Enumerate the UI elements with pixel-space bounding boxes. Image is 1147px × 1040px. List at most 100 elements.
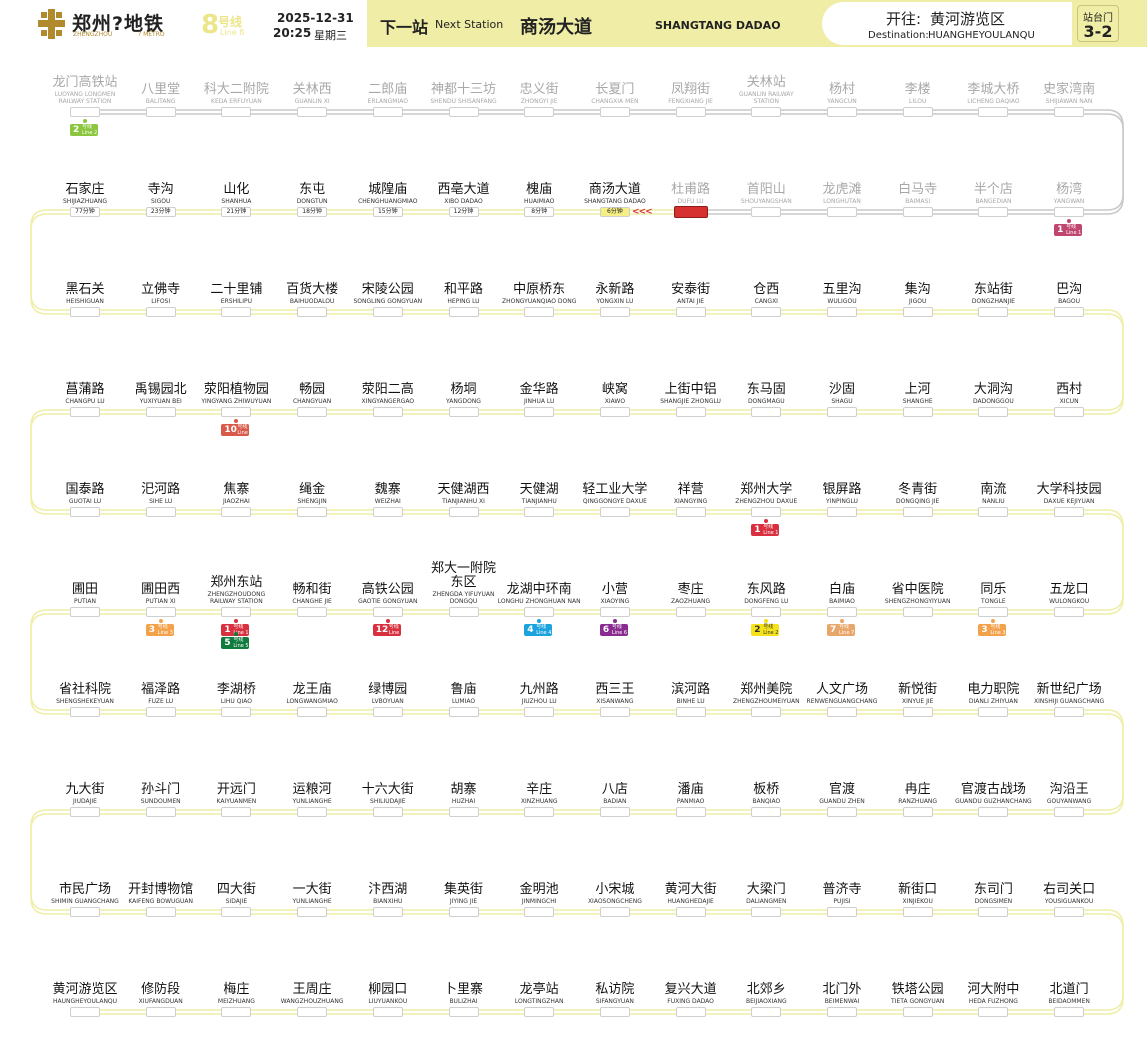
transfer-line-badge[interactable]: 3 号线 Line 3 [145,624,174,636]
station-marker [1054,807,1085,817]
station-marker [751,907,782,917]
station-marker [221,607,252,617]
station-marker [978,207,1009,217]
transfer-line-badge[interactable]: 7 号线 Line 7 [827,624,855,636]
station-marker [145,807,176,817]
transfer-dot-icon [158,619,163,623]
station-marker [1054,407,1085,417]
station-marker [978,407,1009,417]
station-marker [902,307,933,317]
transfer-line-badge[interactable]: 5 号线 Line 5 [221,637,250,649]
station-name: 西村 [1056,382,1083,397]
station-name-en: ZHENGZHOUDONG RAILWAY STATION [207,591,266,605]
transfer-line-label: 号线 Line 2 [763,624,779,636]
station-marker [70,807,100,817]
station-marker [599,707,630,717]
transfer-line-badge[interactable]: 1 号线 Line 1 [751,524,780,536]
station-marker [372,407,403,417]
station-marker [1054,207,1085,217]
station-marker [1054,907,1085,917]
station-marker [221,507,252,517]
station-marker [978,507,1009,517]
station-marker [827,807,857,817]
station-marker [221,907,252,917]
station-marker [902,207,933,217]
station-marker [675,907,706,917]
station-marker [1054,307,1085,317]
station-name-en: YANGWAN [1053,198,1085,205]
station-marker [827,907,857,917]
station-marker [751,507,782,517]
transfer-line-badge[interactable]: 3 号线 Line 3 [978,624,1007,636]
station-name: 右司关口 [1043,882,1096,897]
transfer-line-badge[interactable]: 6 号线 Line 6 [599,624,628,636]
station-name: 新世纪广场 [1036,682,1102,697]
station-eta: 21分钟 [221,207,252,217]
station-marker [221,707,252,717]
station-name: 杨湾 [1056,182,1083,197]
station-marker [827,507,857,517]
station-marker [902,507,933,517]
station-marker [145,707,176,717]
transfer-dot-icon [840,619,844,623]
station-name-en: XINSHIJI GUANGCHANG [1034,698,1105,705]
transfer-line-label: 号线 Line 7 [839,624,855,636]
transfer-line-badge[interactable]: 12 号线 Line 12 [372,624,401,642]
station-marker [827,307,857,317]
transfer-line-number: 5 [224,638,231,648]
station-marker [902,107,933,117]
station-marker [599,807,630,817]
station-name-en: ZHENGDA YIFUYUAN DONGQU [432,591,495,605]
station-marker [827,407,857,417]
station-marker [297,807,328,817]
station-marker [145,107,176,117]
station-marker [524,707,555,717]
station-marker [524,107,555,117]
transfer-line-number: 1 [754,525,761,535]
station-eta: 23分钟 [145,207,176,217]
station-marker [372,807,403,817]
station-marker [902,907,933,917]
station-name: 五龙口 [1049,582,1089,597]
transfer-dot-icon [83,119,87,123]
transfer-line-label: 号线 Line 1 [763,524,779,536]
station-name: 高铁公园 [361,582,414,597]
transfer-line-label: 号线 Line 1 [1066,224,1082,236]
station-marker [675,107,706,117]
station-name: 郑大一附院东区 [430,561,496,590]
station-marker [372,907,403,917]
station-name: 沟沿王 [1049,782,1089,797]
station-eta: 6分钟 [599,207,630,217]
station-marker [599,407,630,417]
station-marker [448,307,479,317]
station-eta: 77分钟 [70,207,100,217]
transfer-line-badge[interactable]: 10 号线 Line 10 [221,424,250,442]
current-position-marker [673,206,708,218]
transfer-line-badge[interactable]: 2 号线 Line 2 [751,624,780,636]
station-marker [372,707,403,717]
transfer-line-label: 号线 Line 3 [990,624,1006,636]
station-marker [675,307,706,317]
station-eta: 8分钟 [524,207,555,217]
transfer-line-badge[interactable]: 1 号线 Line 1 [1054,224,1083,236]
station-marker [827,207,857,217]
transfer-line-label: 号线 Line 3 [157,624,173,636]
station-marker [978,307,1009,317]
station-name-en: XICUN [1059,398,1079,405]
station-marker [978,607,1009,617]
station-marker [70,707,100,717]
station-marker [145,507,176,517]
station-marker [448,407,479,417]
station-marker [675,407,706,417]
station-name-en: WULONGKOU [1049,598,1090,605]
station-marker [751,707,782,717]
station-marker [448,807,479,817]
transfer-line-badge[interactable]: 2 号线 Line 2 [70,124,98,136]
transfer-line-number: 2 [754,625,761,635]
station-marker [297,707,328,717]
station-marker [372,607,403,617]
station-marker [70,1007,100,1017]
station-name-en: GAOTIE GONGYUAN [358,598,418,605]
transfer-line-badge[interactable]: 4 号线 Line 4 [524,624,553,636]
station-marker [145,407,176,417]
